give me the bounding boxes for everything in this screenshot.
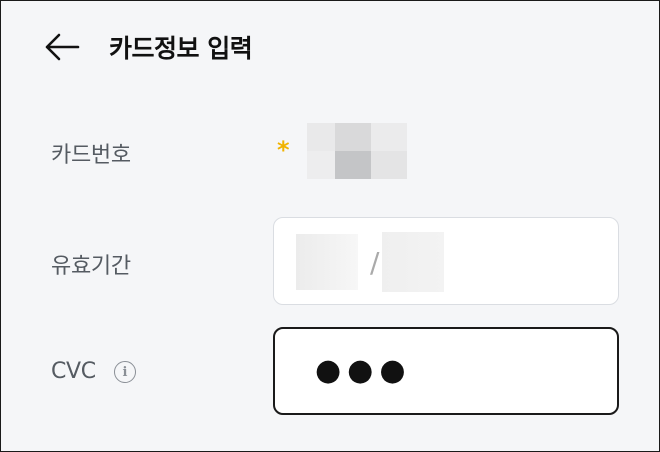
page-title: 카드정보 입력 [109, 34, 253, 63]
card-info-screen: 카드정보 입력 카드번호 * 유효기간 / CVC i ●●● [0, 0, 660, 452]
cvc-masked-value: ●●● [315, 353, 412, 388]
blurred-card-digits [307, 123, 407, 179]
cvc-label: CVC [51, 359, 96, 384]
expiry-year-value [382, 232, 444, 292]
expiry-month-value [296, 234, 358, 290]
arrow-left-icon [45, 33, 80, 61]
info-icon[interactable]: i [114, 361, 136, 383]
expiry-input[interactable]: / [273, 217, 619, 305]
cvc-input[interactable]: ●●● [273, 327, 619, 415]
card-number-value: * [277, 121, 417, 179]
masked-digit: * [277, 136, 290, 164]
expiry-separator: / [370, 246, 380, 279]
expiry-label: 유효기간 [51, 254, 131, 279]
card-number-label: 카드번호 [51, 143, 131, 168]
back-button[interactable] [41, 29, 83, 65]
header: 카드정보 입력 [1, 1, 659, 93]
